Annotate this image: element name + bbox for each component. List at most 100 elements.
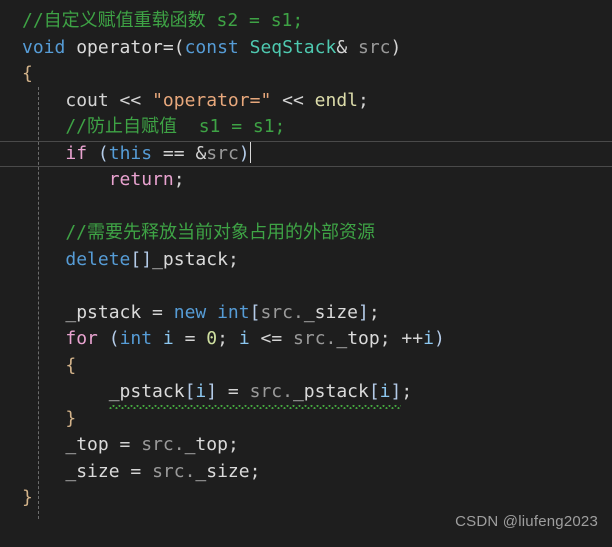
- member-top: _top: [336, 328, 380, 349]
- semicolon: ;: [249, 460, 261, 482]
- loop-var-i: i: [423, 328, 434, 349]
- type-int: int: [217, 301, 250, 323]
- watermark: CSDN @liufeng2023: [455, 512, 598, 530]
- code-line[interactable]: {: [0, 61, 612, 88]
- comment-token: //自定义赋值重载函数 s2 = s1;: [22, 10, 304, 31]
- compare-operator: <=: [249, 328, 294, 349]
- member-size: _size: [65, 460, 120, 482]
- param-src: src: [206, 142, 239, 164]
- paren-close: ): [433, 328, 445, 349]
- code-line[interactable]: _size = src._size;: [0, 459, 612, 486]
- member-top: _top: [184, 434, 228, 455]
- brace-open: {: [22, 63, 33, 84]
- keyword-void: void: [22, 36, 66, 58]
- keyword-return: return: [108, 169, 174, 190]
- paren-open: (: [87, 142, 109, 164]
- string-literal: "operator=": [152, 89, 272, 111]
- code-line[interactable]: _pstack = new int[src._size];: [0, 300, 612, 327]
- brace-close: }: [22, 487, 33, 508]
- loop-var-i: i: [379, 381, 391, 402]
- param-src: src: [358, 36, 391, 58]
- paren-open: (: [97, 328, 120, 349]
- equality-operator: == &: [152, 142, 207, 164]
- loop-var-i: i: [238, 328, 250, 349]
- code-lines[interactable]: //自定义赋值重载函数 s2 = s1; void operator=(cons…: [0, 8, 612, 512]
- assign-operator: =: [141, 301, 174, 323]
- code-line[interactable]: void operator=(const SeqStack& src): [0, 35, 612, 62]
- code-line-current[interactable]: if (this == &src): [0, 140, 612, 167]
- stream-endl: endl: [314, 89, 359, 111]
- code-line[interactable]: {: [0, 353, 612, 380]
- increment-operator: ++: [401, 328, 424, 349]
- bracket-open: [: [184, 381, 196, 402]
- code-line[interactable]: cout << "operator=" << endl;: [0, 88, 612, 115]
- code-line[interactable]: //需要先释放当前对象占用的外部资源: [0, 220, 612, 247]
- assign-operator: =: [217, 381, 250, 402]
- semicolon: ;: [227, 434, 239, 455]
- number-zero: 0: [206, 328, 218, 349]
- keyword-const: const: [184, 36, 239, 58]
- bracket-open: [: [368, 381, 380, 402]
- ref-amp: &: [336, 36, 358, 58]
- object-src: src.: [141, 434, 185, 455]
- type-seqstack: SeqStack: [249, 36, 337, 58]
- code-editor[interactable]: //自定义赋值重载函数 s2 = s1; void operator=(cons…: [0, 0, 612, 547]
- semicolon: ;: [227, 248, 239, 270]
- code-line[interactable]: _pstack[i] = src._pstack[i];: [0, 379, 612, 408]
- member-pstack: _pstack: [65, 301, 142, 323]
- type-int: int: [119, 328, 153, 349]
- keyword-this: this: [108, 142, 153, 164]
- text-cursor: [249, 141, 251, 163]
- code-line-blank[interactable]: [0, 273, 612, 300]
- code-line[interactable]: delete[]_pstack;: [0, 247, 612, 274]
- code-line[interactable]: //防止自赋值 s1 = s1;: [0, 114, 612, 141]
- code-line[interactable]: }: [0, 406, 612, 433]
- keyword-if: if: [65, 142, 88, 164]
- array-brackets: []: [130, 248, 153, 270]
- object-src: src.: [260, 301, 304, 323]
- loop-var-i: i: [195, 381, 207, 402]
- code-line[interactable]: return;: [0, 167, 612, 194]
- paren-close: ): [390, 36, 402, 58]
- keyword-for: for: [65, 328, 98, 349]
- assign-operator: =: [173, 328, 207, 349]
- semicolon: ;: [217, 328, 239, 349]
- member-pstack: _pstack: [292, 381, 369, 402]
- object-src: src.: [249, 381, 293, 402]
- code-line-blank[interactable]: [0, 194, 612, 221]
- assign-operator: =: [108, 434, 142, 455]
- code-line[interactable]: //自定义赋值重载函数 s2 = s1;: [0, 8, 612, 35]
- keyword-delete: delete: [65, 248, 131, 270]
- member-pstack: _pstack: [152, 248, 228, 270]
- keyword-new: new: [173, 301, 207, 323]
- bracket-open: [: [249, 301, 261, 323]
- semicolon: ;: [173, 169, 185, 190]
- paren-close: ): [238, 142, 250, 164]
- shift-operator: <<: [108, 89, 153, 111]
- shift-operator: <<: [271, 89, 315, 111]
- assign-operator: =: [119, 460, 153, 482]
- member-size: _size: [195, 460, 250, 482]
- bracket-close: ]: [206, 381, 218, 402]
- loop-var-i: i: [152, 328, 174, 349]
- comment-token: //需要先释放当前对象占用的外部资源: [22, 222, 376, 243]
- comment-token: //防止自赋值 s1 = s1;: [22, 116, 286, 137]
- code-line[interactable]: for (int i = 0; i <= src._top; ++i): [0, 326, 612, 353]
- error-squiggle: _pstack[i] = src._pstack[i]: [108, 379, 402, 408]
- brace-close: }: [22, 407, 77, 429]
- semicolon: ;: [379, 328, 402, 349]
- code-line[interactable]: _top = src._top;: [0, 432, 612, 459]
- bracket-close: ]: [358, 301, 369, 323]
- operator-name: operator=(: [65, 36, 185, 58]
- semicolon: ;: [368, 301, 380, 323]
- bracket-close: ]: [390, 381, 402, 402]
